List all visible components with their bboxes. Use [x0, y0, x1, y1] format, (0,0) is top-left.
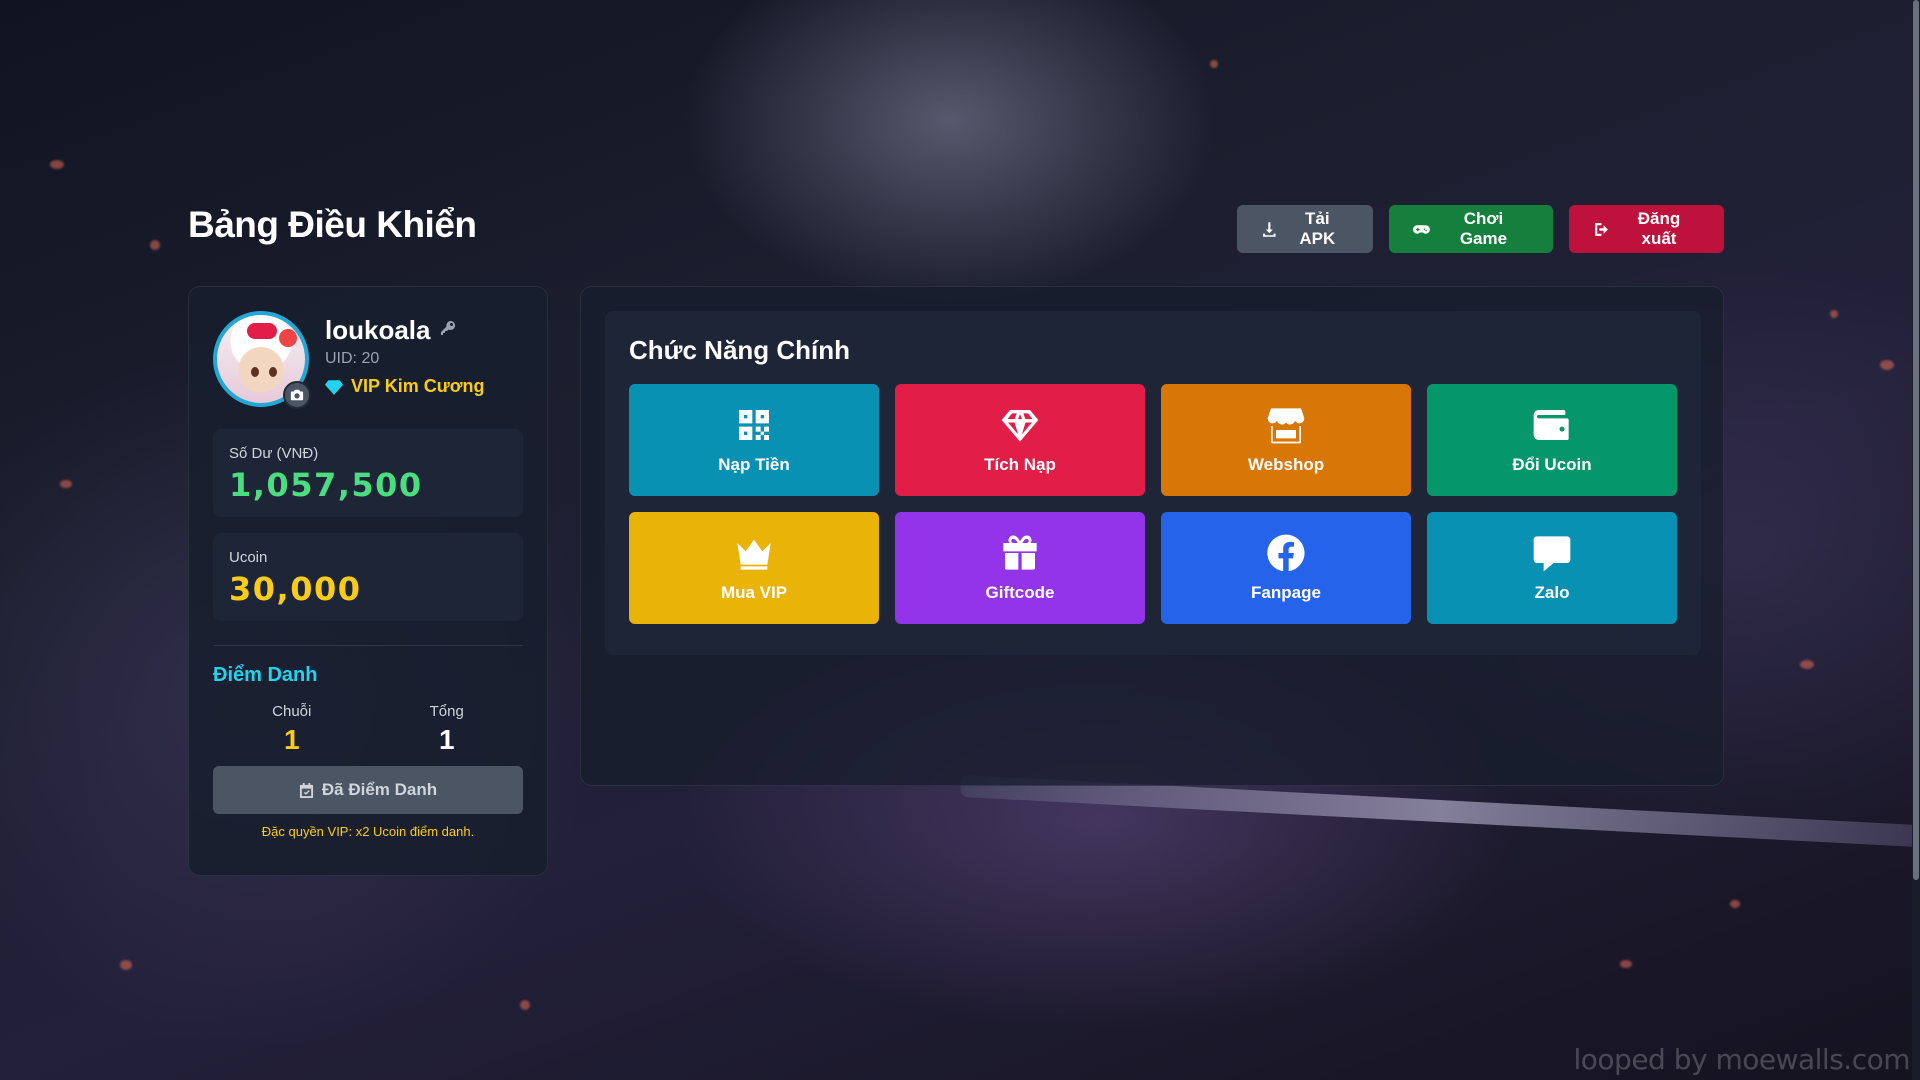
- background-ember: [50, 160, 64, 169]
- background-ember: [1730, 900, 1740, 908]
- balance-value: 1,057,500: [229, 466, 423, 504]
- tile-nap-tien-label: Nạp Tiền: [718, 455, 790, 474]
- download-apk-label: Tải APK: [1299, 209, 1336, 248]
- features-title: Chức Năng Chính: [629, 335, 851, 365]
- tile-webshop-label: Webshop: [1247, 455, 1325, 474]
- gem-icon: [1001, 410, 1039, 442]
- logout-button[interactable]: Đăng xuất: [1569, 205, 1724, 253]
- vip-level: VIP Kim Cương: [351, 376, 485, 396]
- wallet-icon: [1533, 410, 1569, 440]
- play-game-button[interactable]: Chơi Game: [1389, 205, 1553, 253]
- tile-mua-vip-label: Mua VIP: [720, 583, 788, 602]
- tile-fanpage-label: Fanpage: [1251, 583, 1321, 602]
- gamepad-icon: [1413, 224, 1430, 234]
- profile-info: loukoala UID: 20 VIP Kim Cương: [325, 311, 485, 407]
- diamond-icon: [325, 379, 343, 395]
- tile-tich-nap-label: Tích Nạp: [984, 455, 1056, 474]
- checkin-chain: Chuỗi 1: [272, 703, 311, 756]
- tile-giftcode[interactable]: Giftcode: [895, 512, 1145, 624]
- key-icon: [441, 320, 456, 335]
- background-ember: [120, 960, 132, 970]
- change-avatar-button[interactable]: [283, 381, 311, 409]
- profile-header: loukoala UID: 20 VIP Kim Cương: [213, 311, 523, 409]
- user-uid: UID: 20: [325, 350, 380, 367]
- background-ember: [1210, 60, 1218, 68]
- chat-icon: [1533, 536, 1571, 572]
- facebook-icon: [1267, 534, 1305, 572]
- qrcode-icon: [739, 410, 769, 440]
- logout-label: Đăng xuất: [1637, 209, 1681, 248]
- calendar-check-icon: [299, 782, 313, 798]
- checkin-chain-value: 1: [283, 724, 300, 755]
- balance-box: Số Dư (VNĐ) 1,057,500: [213, 429, 523, 517]
- ucoin-label: Ucoin: [229, 549, 268, 566]
- camera-icon: [290, 389, 304, 401]
- change-password-button[interactable]: [440, 320, 456, 341]
- play-game-label: Chơi Game: [1459, 209, 1508, 248]
- background-ember: [520, 1000, 530, 1010]
- store-icon: [1267, 408, 1305, 444]
- tile-webshop[interactable]: Webshop: [1161, 384, 1411, 496]
- tile-fanpage[interactable]: Fanpage: [1161, 512, 1411, 624]
- download-icon: [1263, 221, 1276, 237]
- username: loukoala: [325, 315, 431, 345]
- divider: [213, 645, 523, 646]
- features-grid: Nạp Tiền Tích Nạp Webshop Đổi Ucoin Mua …: [629, 384, 1677, 624]
- checkin-total-label: Tổng: [429, 703, 464, 720]
- main-features-card: Chức Năng Chính Nạp Tiền Tích Nạp Websho…: [605, 311, 1701, 655]
- vip-badge: VIP Kim Cương: [325, 376, 485, 397]
- tile-tich-nap[interactable]: Tích Nạp: [895, 384, 1145, 496]
- balance-label: Số Dư (VNĐ): [229, 445, 319, 462]
- crown-icon: [737, 539, 771, 570]
- checked-in-label: Đã Điểm Danh: [321, 780, 438, 799]
- username-row: loukoala: [325, 315, 485, 346]
- background-ember: [1800, 660, 1814, 669]
- top-actions: Tải APK Chơi Game Đăng xuất: [1237, 205, 1724, 253]
- scrollbar[interactable]: [1912, 0, 1920, 1080]
- checkin-stats: Chuỗi 1 Tổng 1: [213, 703, 523, 756]
- background-ember: [150, 240, 160, 250]
- vip-checkin-note: Đặc quyền VIP: x2 Ucoin điểm danh.: [261, 824, 475, 839]
- checked-in-button[interactable]: Đã Điểm Danh: [213, 766, 523, 814]
- background-ember: [1830, 310, 1838, 318]
- tile-doi-ucoin[interactable]: Đổi Ucoin: [1427, 384, 1677, 496]
- checkin-total: Tổng 1: [430, 703, 464, 756]
- gift-icon: [1003, 535, 1037, 570]
- tile-doi-ucoin-label: Đổi Ucoin: [1512, 455, 1592, 474]
- page-title: Bảng Điều Khiển: [188, 204, 477, 245]
- tile-nap-tien[interactable]: Nạp Tiền: [629, 384, 879, 496]
- scrollbar-thumb[interactable]: [1913, 0, 1919, 880]
- tile-giftcode-label: Giftcode: [985, 583, 1055, 602]
- main-panel: Chức Năng Chính Nạp Tiền Tích Nạp Websho…: [580, 286, 1724, 786]
- watermark: looped by moewalls.com: [1573, 1043, 1911, 1076]
- background-ember: [1620, 960, 1632, 968]
- ucoin-box: Ucoin 30,000: [213, 533, 523, 621]
- checkin-title: Điểm Danh: [213, 664, 318, 686]
- tile-zalo[interactable]: Zalo: [1427, 512, 1677, 624]
- logout-icon: [1595, 222, 1608, 236]
- download-apk-button[interactable]: Tải APK: [1237, 205, 1373, 253]
- checkin-total-value: 1: [438, 724, 455, 755]
- background-ember: [60, 480, 72, 488]
- background-ember: [1880, 360, 1894, 370]
- user-panel: loukoala UID: 20 VIP Kim Cương Số Dư (VN…: [188, 286, 548, 876]
- ucoin-value: 30,000: [229, 570, 362, 608]
- avatar-wrapper: [213, 311, 311, 409]
- checkin-chain-label: Chuỗi: [272, 703, 312, 720]
- tile-mua-vip[interactable]: Mua VIP: [629, 512, 879, 624]
- tile-zalo-label: Zalo: [1534, 583, 1570, 602]
